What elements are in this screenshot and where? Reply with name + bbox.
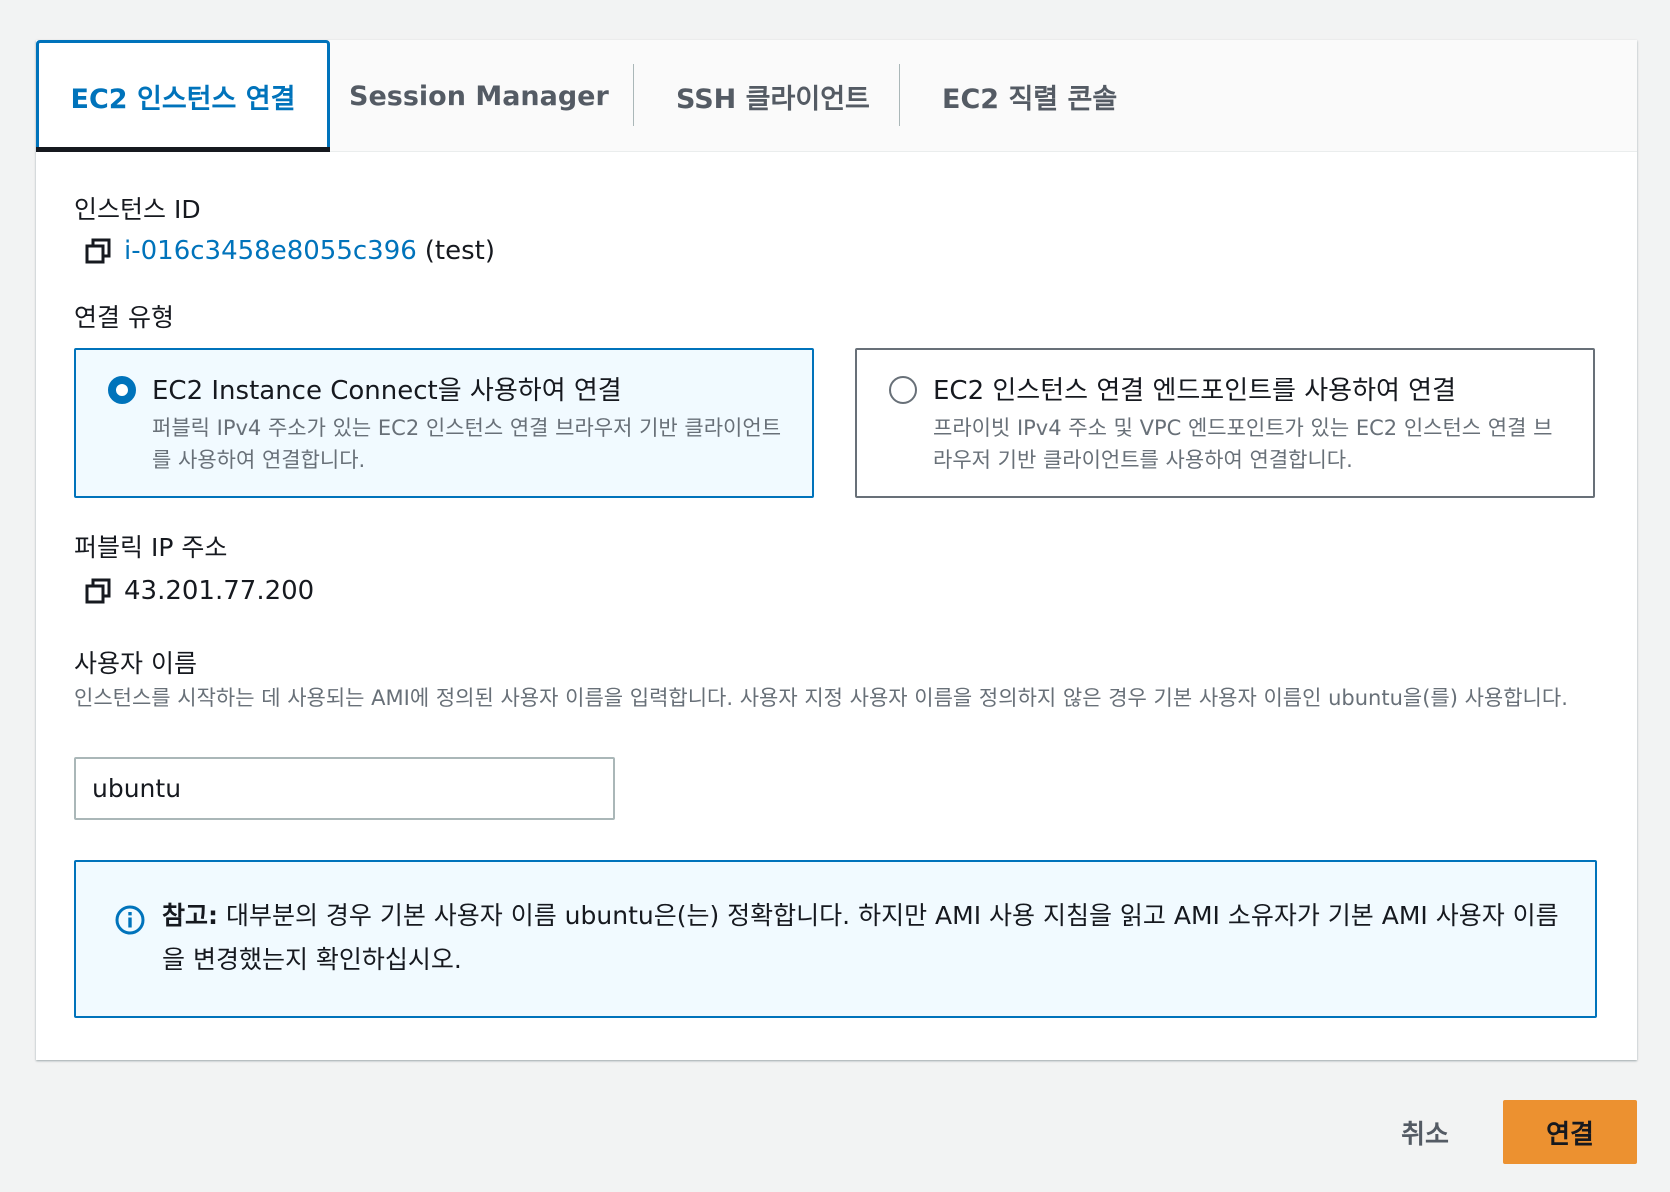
tab-ec2-instance-connect[interactable]: EC2 인스턴스 연결 — [36, 40, 330, 152]
tab-divider — [633, 64, 634, 126]
tab-ssh-client[interactable]: SSH 클라이언트 — [676, 40, 870, 152]
username-input[interactable] — [74, 757, 615, 820]
tab-session-manager[interactable]: Session Manager — [349, 40, 609, 152]
info-alert: 참고: 대부분의 경우 기본 사용자 이름 ubuntu은(는) 정확합니다. … — [74, 860, 1597, 1018]
radio-button-unchecked[interactable] — [889, 376, 917, 404]
instance-id-row: i-016c3458e8055c396 (test) — [84, 236, 495, 266]
connection-option-description: 프라이빗 IPv4 주소 및 VPC 엔드포인트가 있는 EC2 인스턴스 연결… — [933, 416, 1553, 472]
info-icon — [115, 905, 145, 935]
instance-name: (test) — [424, 236, 495, 266]
username-description: 인스턴스를 시작하는 데 사용되는 AMI에 정의된 사용자 이름을 입력합니다… — [74, 686, 1568, 710]
tab-ec2-serial-console[interactable]: EC2 직렬 콘솔 — [942, 40, 1117, 152]
info-alert-text: 참고: 대부분의 경우 기본 사용자 이름 ubuntu은(는) 정확합니다. … — [162, 894, 1562, 982]
connection-option-title: EC2 Instance Connect을 사용하여 연결 — [152, 376, 622, 406]
copy-icon[interactable] — [84, 237, 112, 265]
instance-id-link[interactable]: i-016c3458e8055c396 — [124, 236, 417, 266]
connection-option-description: 퍼블릭 IPv4 주소가 있는 EC2 인스턴스 연결 브라우저 기반 클라이언… — [152, 416, 782, 472]
connect-button[interactable]: 연결 — [1503, 1100, 1637, 1164]
instance-id-label: 인스턴스 ID — [74, 195, 201, 224]
radio-button-checked[interactable] — [108, 376, 136, 404]
connection-option-endpoint[interactable]: EC2 인스턴스 연결 엔드포인트를 사용하여 연결 프라이빗 IPv4 주소 … — [855, 348, 1595, 498]
public-ip-label: 퍼블릭 IP 주소 — [74, 533, 228, 562]
note-prefix: 참고: — [162, 901, 218, 930]
tab-bar: EC2 인스턴스 연결 Session Manager SSH 클라이언트 EC… — [36, 40, 1637, 152]
cancel-button[interactable]: 취소 — [1380, 1100, 1470, 1164]
tab-divider — [899, 64, 900, 126]
public-ip-value: 43.201.77.200 — [124, 576, 315, 606]
connect-panel: EC2 인스턴스 연결 Session Manager SSH 클라이언트 EC… — [36, 40, 1637, 1060]
connection-type-label: 연결 유형 — [74, 303, 174, 332]
connection-option-title: EC2 인스턴스 연결 엔드포인트를 사용하여 연결 — [933, 376, 1457, 406]
note-body: 대부분의 경우 기본 사용자 이름 ubuntu은(는) 정확합니다. 하지만 … — [162, 901, 1559, 974]
public-ip-row: 43.201.77.200 — [84, 576, 314, 606]
connection-option-instance-connect[interactable]: EC2 Instance Connect을 사용하여 연결 퍼블릭 IPv4 주… — [74, 348, 814, 498]
username-label: 사용자 이름 — [74, 649, 197, 678]
copy-icon[interactable] — [84, 577, 112, 605]
